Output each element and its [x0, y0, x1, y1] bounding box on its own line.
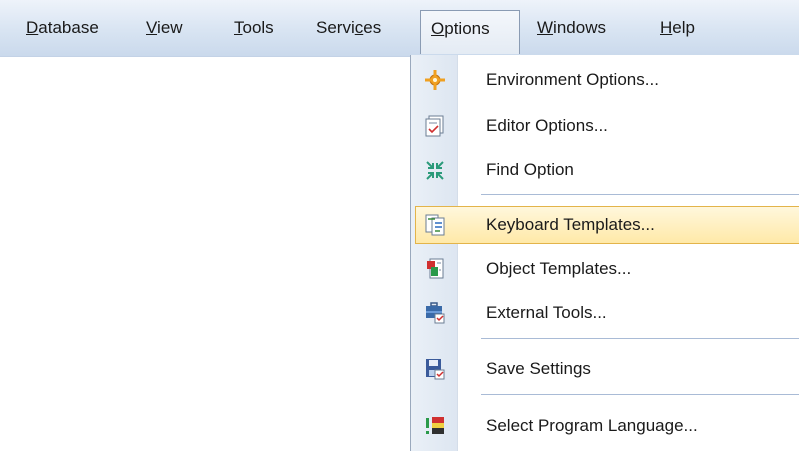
menu-item-label: Keyboard Templates...	[486, 215, 655, 234]
save-settings-icon	[425, 358, 445, 380]
menu-item-external-tools[interactable]: External Tools...	[411, 292, 799, 334]
menu-services[interactable]: Services	[306, 10, 391, 46]
menu-item-find-option[interactable]: Find Option	[411, 149, 799, 191]
menu-item-save-settings[interactable]: Save Settings	[411, 348, 799, 390]
select-language-icon	[425, 415, 445, 437]
keyboard-templates-icon	[425, 214, 445, 236]
menu-item-keyboard-templates[interactable]: Keyboard Templates...	[411, 204, 799, 246]
options-dropdown-menu: Environment Options... Editor Options...…	[410, 55, 799, 451]
find-option-icon	[425, 159, 445, 181]
menu-item-label: Save Settings	[486, 359, 591, 378]
menu-item-select-program-language[interactable]: Select Program Language...	[411, 405, 799, 447]
menu-item-label: Select Program Language...	[486, 416, 698, 435]
editor-options-icon	[425, 115, 445, 137]
menu-bar: Database View Tools Services Options Win…	[0, 0, 799, 57]
menu-item-environment-options[interactable]: Environment Options...	[411, 59, 799, 101]
menu-tools[interactable]: Tools	[224, 10, 284, 46]
menu-options[interactable]: Options	[420, 10, 520, 54]
menu-database[interactable]: Database	[16, 10, 109, 46]
menu-view[interactable]: View	[136, 10, 193, 46]
menu-item-object-templates[interactable]: Object Templates...	[411, 248, 799, 290]
menu-separator	[481, 394, 799, 395]
menu-separator	[481, 194, 799, 195]
menu-item-label: Environment Options...	[486, 70, 659, 89]
menu-windows[interactable]: Windows	[527, 10, 616, 46]
menu-item-editor-options[interactable]: Editor Options...	[411, 105, 799, 147]
object-templates-icon	[425, 258, 445, 280]
menu-item-label: Object Templates...	[486, 259, 632, 278]
menu-help[interactable]: Help	[650, 10, 705, 46]
menu-separator	[481, 338, 799, 339]
menu-item-label: External Tools...	[486, 303, 607, 322]
external-tools-icon	[425, 302, 445, 324]
menu-item-label: Editor Options...	[486, 116, 608, 135]
environment-options-icon	[425, 69, 445, 91]
menu-item-label: Find Option	[486, 160, 574, 179]
